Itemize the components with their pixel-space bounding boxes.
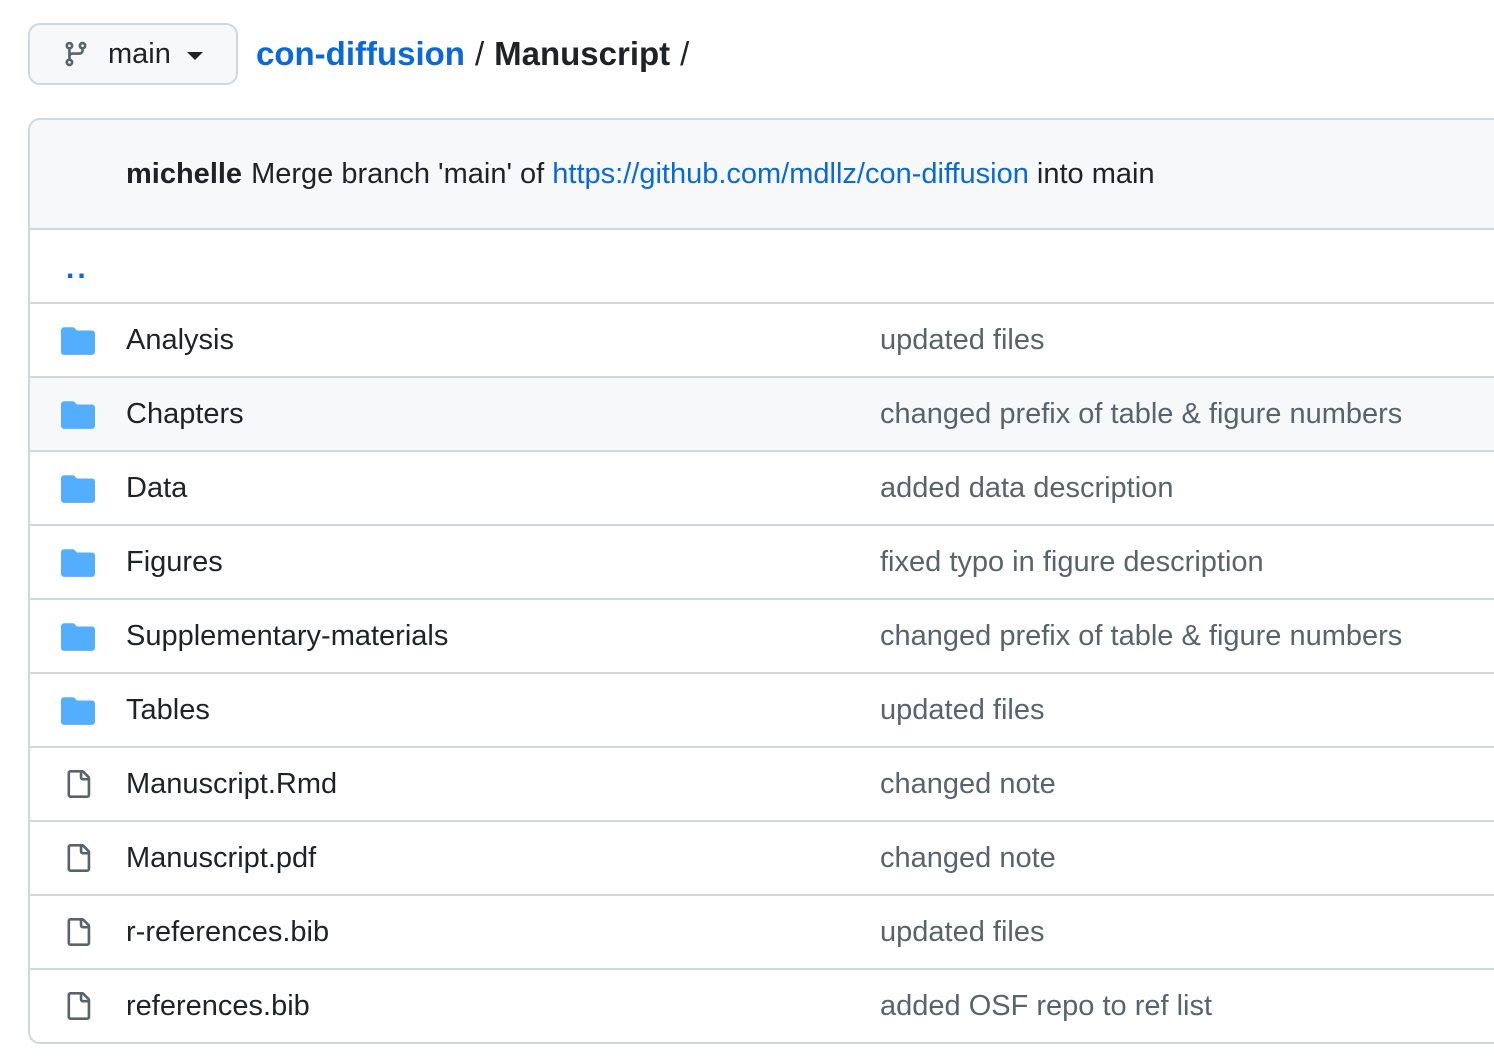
file-row[interactable]: Manuscript.pdf changed note — [30, 822, 1494, 896]
file-browser: michelle Merge branch 'main' of https://… — [28, 118, 1494, 1044]
folder-icon — [60, 322, 96, 358]
file-row[interactable]: r-references.bib updated files — [30, 896, 1494, 970]
file-commit-message-link[interactable]: changed prefix of table & figure numbers — [880, 398, 1402, 431]
file-row[interactable]: Manuscript.Rmd changed note — [30, 748, 1494, 822]
file-list: Analysis updated files Chapters changed pre… — [30, 304, 1494, 1042]
file-commit-message-link[interactable]: updated files — [880, 694, 1044, 727]
file-row[interactable]: Data added data description — [30, 452, 1494, 526]
file-icon — [60, 840, 96, 876]
folder-icon — [60, 470, 96, 506]
breadcrumb: con-diffusion / Manuscript / — [256, 35, 699, 73]
breadcrumb-current-dir: Manuscript — [494, 35, 671, 72]
file-row[interactable]: references.bib added OSF repo to ref list — [30, 970, 1494, 1042]
file-name-link[interactable]: r-references.bib — [126, 916, 329, 949]
file-row[interactable]: Supplementary-materials changed prefix of… — [30, 600, 1494, 674]
parent-directory-row: .. — [30, 230, 1494, 304]
folder-icon — [60, 618, 96, 654]
file-commit-message-link[interactable]: added data description — [880, 472, 1173, 505]
file-name-link[interactable]: Chapters — [126, 398, 244, 431]
commit-message: Merge branch 'main' of https://github.co… — [251, 158, 1155, 191]
file-name-link[interactable]: Supplementary-materials — [126, 620, 448, 653]
parent-directory-link[interactable]: .. — [66, 252, 89, 286]
folder-icon — [60, 692, 96, 728]
folder-icon — [60, 396, 96, 432]
file-commit-message-link[interactable]: updated files — [880, 324, 1044, 357]
repo-header: main con-diffusion / Manuscript / — [28, 22, 699, 86]
file-name-link[interactable]: Analysis — [126, 324, 234, 357]
file-commit-message-link[interactable]: changed note — [880, 842, 1056, 875]
file-name-link[interactable]: Tables — [126, 694, 210, 727]
file-commit-message-link[interactable]: changed note — [880, 768, 1056, 801]
file-commit-message-link[interactable]: fixed typo in figure description — [880, 546, 1264, 579]
file-row[interactable]: Figures fixed typo in figure description — [30, 526, 1494, 600]
latest-commit-bar: michelle Merge branch 'main' of https://… — [30, 120, 1494, 230]
file-name-link[interactable]: Figures — [126, 546, 223, 579]
commit-message-suffix: into main — [1028, 157, 1155, 190]
file-commit-message-link[interactable]: added OSF repo to ref list — [880, 990, 1212, 1023]
file-icon — [60, 914, 96, 950]
commit-author[interactable]: michelle — [126, 158, 242, 191]
git-branch-icon — [62, 38, 90, 70]
file-name-link[interactable]: Manuscript.Rmd — [126, 768, 337, 801]
file-row[interactable]: Chapters changed prefix of table & figure… — [30, 378, 1494, 452]
breadcrumb-trailing-separator: / — [680, 35, 690, 72]
commit-message-link[interactable]: https://github.com/mdllz/con-diffusion — [552, 158, 1029, 190]
file-icon — [60, 766, 96, 802]
commit-message-prefix: Merge branch 'main' of — [251, 157, 553, 190]
breadcrumb-separator: / — [474, 35, 485, 72]
file-name-link[interactable]: references.bib — [126, 990, 310, 1023]
folder-icon — [60, 544, 96, 580]
caret-down-icon — [186, 52, 203, 60]
breadcrumb-repo-link[interactable]: con-diffusion — [256, 35, 465, 73]
file-row[interactable]: Tables updated files — [30, 674, 1494, 748]
file-row[interactable]: Analysis updated files — [30, 304, 1494, 378]
branch-selector-button[interactable]: main — [28, 23, 238, 85]
file-commit-message-link[interactable]: changed prefix of table & figure numbers — [880, 620, 1402, 653]
file-commit-message-link[interactable]: updated files — [880, 916, 1044, 949]
branch-label: main — [108, 37, 171, 70]
file-name-link[interactable]: Manuscript.pdf — [126, 842, 316, 875]
file-icon — [60, 988, 96, 1024]
file-name-link[interactable]: Data — [126, 472, 187, 505]
